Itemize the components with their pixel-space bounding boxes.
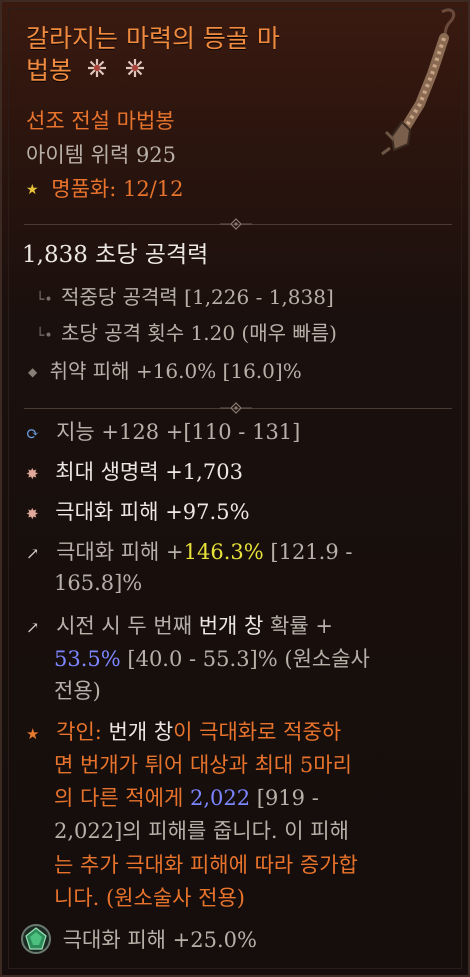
affix-intelligence: ⟳ 지능 +128 +[110 - 131] — [26, 417, 300, 449]
aspect-line3: 의 다른 적에게 2,022 [919 - — [54, 783, 319, 814]
masterwork-star-icon: ★ — [26, 182, 39, 198]
greater-affix-icon: ✸ — [26, 465, 39, 483]
dps-value: 1,838 초당 공격력 — [22, 242, 209, 268]
affix-max-life: ✸ 최대 생명력 +1,703 — [26, 457, 243, 490]
wand-image — [372, 4, 462, 168]
item-power: 아이템 위력 925 — [26, 143, 177, 167]
affix-crit-damage: ✸ 극대화 피해 +97.5% — [26, 497, 250, 530]
gem-bonus: 극대화 피해 +25.0% — [62, 928, 257, 952]
reroll-icon: ⟳ — [26, 424, 40, 443]
skill-name: 번개 창 — [198, 614, 264, 638]
affix-value: 53.5% — [54, 647, 121, 671]
affix-crit-damage-tempered: ↗ 극대화 피해 +146.3% [121.9 - — [26, 537, 352, 569]
aspect-line5: 는 추가 극대화 피해에 따라 증가합 — [54, 853, 358, 877]
item-name-line1: 갈라지는 마력의 등골 마 — [26, 24, 280, 53]
affix-text: 극대화 피해 + — [56, 540, 184, 564]
attack-speed-row: └• 초당 공격 횟수 1.20 (매우 빠름) — [36, 317, 337, 346]
affix-text: 시전 시 두 번째 — [56, 614, 199, 638]
star-badge-icon — [86, 56, 108, 86]
aspect-text: 의 다른 적에게 — [54, 786, 190, 810]
diamond-bullet-icon: ◆ — [28, 365, 38, 379]
greater-affix-icon: ✸ — [26, 505, 39, 523]
item-tooltip: 갈라지는 마력의 등골 마 법봉 선조 전설 마법봉 아이템 위력 925 ★ … — [0, 0, 470, 977]
affix-chain-lightning-cont: 53.5% [40.0 - 55.3]% (원소술사 — [54, 644, 370, 675]
gem-socket-row: 극대화 피해 +25.0% — [20, 923, 257, 964]
tree-branch-icon: └• — [36, 328, 53, 344]
aspect-skill: 번개 창 — [108, 720, 174, 744]
section-divider — [24, 218, 452, 230]
aspect-label: 각인: — [56, 720, 109, 744]
aspect-text: 이 극대화로 적중하 — [173, 720, 342, 744]
affix-text: 확률 + — [263, 614, 333, 638]
aspect-line2: 면 번개가 튀어 대상과 최대 5마리 — [54, 753, 352, 777]
tempered-icon: ↗ — [26, 618, 40, 637]
tempered-icon: ↗ — [26, 544, 40, 563]
aspect-line4-text: 2,022]의 피해를 줍니다. 이 피해 — [54, 819, 349, 843]
affix-chain-lightning: ↗ 시전 시 두 번째 번개 창 확률 + — [26, 611, 333, 643]
affix-text: 지능 +128 +[110 - 131] — [56, 420, 301, 444]
affix-text: 최대 생명력 +1,703 — [55, 460, 243, 484]
tree-branch-icon: └• — [36, 292, 53, 308]
affix-range: [40.0 - 55.3]% (원소술사 — [120, 647, 370, 671]
aspect-line1: ★ 각인: 번개 창이 극대화로 적중하 — [26, 717, 341, 750]
masterwork-label: 명품화: 12/12 — [51, 177, 184, 201]
affix-range: [121.9 - — [263, 540, 353, 564]
aspect-line6: 니다. (원소술사 전용) — [54, 886, 245, 910]
aspect-range: [919 - — [250, 786, 319, 810]
affix-text: 극대화 피해 +97.5% — [55, 500, 250, 524]
item-type: 선조 전설 마법봉 — [26, 109, 175, 133]
item-name-line2: 법봉 — [26, 56, 146, 86]
aspect-value: 2,022 — [189, 786, 251, 810]
affix-crit-damage-tempered-cont: 165.8]% — [54, 571, 143, 595]
masterwork-row: ★ 명품화: 12/12 — [26, 173, 183, 203]
damage-per-hit: 적중당 공격력 [1,226 - 1,838] — [61, 285, 334, 309]
affix-value: 146.3% — [183, 540, 264, 564]
aspect-star-icon: ★ — [26, 725, 40, 743]
item-name-text: 법봉 — [26, 56, 73, 85]
vulnerable-row: ◆ 취약 피해 +16.0% [16.0]% — [28, 355, 302, 384]
section-divider — [24, 402, 452, 414]
attacks-per-second: 초당 공격 횟수 1.20 (매우 빠름) — [61, 321, 337, 345]
damage-per-hit-row: └• 적중당 공격력 [1,226 - 1,838] — [36, 281, 334, 310]
vulnerable-damage: 취약 피해 +16.0% [16.0]% — [49, 359, 302, 383]
emerald-gem-icon — [20, 923, 52, 964]
star-badge-icon — [124, 56, 146, 86]
affix-chain-lightning-cont2: 전용) — [54, 679, 101, 703]
